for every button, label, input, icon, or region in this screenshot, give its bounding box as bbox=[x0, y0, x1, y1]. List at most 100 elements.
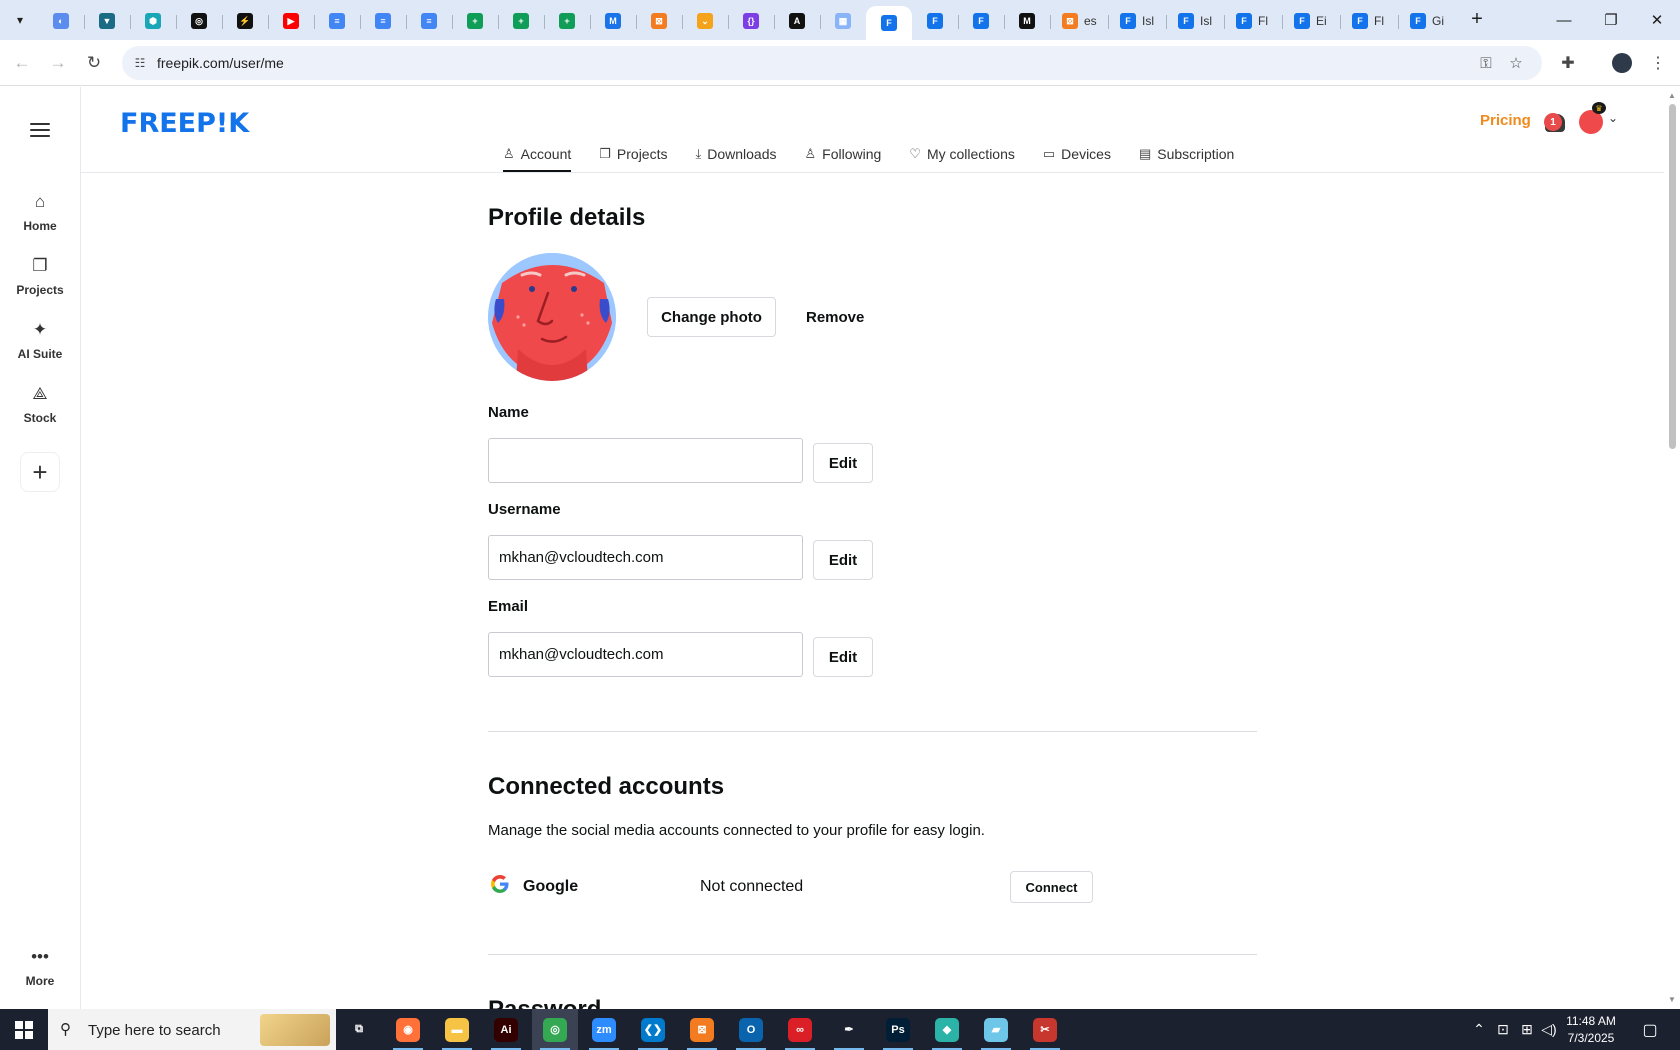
browser-tab[interactable]: F Ei bbox=[1282, 6, 1340, 36]
taskbar-app[interactable]: ⧉ bbox=[336, 1009, 382, 1050]
browser-tab[interactable]: ≡ bbox=[314, 6, 360, 36]
scroll-thumb[interactable] bbox=[1669, 104, 1676, 449]
profile-icon[interactable] bbox=[1610, 51, 1634, 75]
new-tab-button[interactable]: + bbox=[1465, 8, 1489, 32]
browser-tab[interactable]: ≡ bbox=[360, 6, 406, 36]
site-info-icon[interactable]: ☷ bbox=[130, 53, 150, 73]
browser-tab[interactable]: A bbox=[774, 6, 820, 36]
taskbar-app[interactable]: ◎ bbox=[532, 1009, 578, 1050]
browser-tab[interactable]: F Isl bbox=[1108, 6, 1166, 36]
edit-username-button[interactable]: Edit bbox=[813, 540, 873, 580]
rail-item-ai-suite[interactable]: ✦ AI Suite bbox=[0, 320, 80, 361]
edit-name-button[interactable]: Edit bbox=[813, 443, 873, 483]
close-icon[interactable]: ✕ bbox=[1634, 0, 1680, 40]
tab-downloads[interactable]: ⤓ Downloads bbox=[695, 146, 776, 172]
remove-photo-button[interactable]: Remove bbox=[806, 309, 864, 326]
extensions-puzzle-icon[interactable]: ✚ bbox=[1556, 51, 1580, 75]
taskbar-clock[interactable]: 11:48 AM 7/3/2025 bbox=[1556, 1013, 1626, 1047]
taskbar-app[interactable]: ✂ bbox=[1022, 1009, 1068, 1050]
notification-badge[interactable]: 1 bbox=[1544, 113, 1562, 131]
edit-email-button[interactable]: Edit bbox=[813, 637, 873, 677]
browser-tab[interactable]: ⬢ bbox=[130, 6, 176, 36]
tab-projects[interactable]: ❐ Projects bbox=[599, 146, 667, 172]
browser-tab[interactable]: ▶ bbox=[268, 6, 314, 36]
taskbar-app[interactable]: O bbox=[728, 1009, 774, 1050]
scroll-down-icon[interactable]: ▼ bbox=[1668, 995, 1676, 1004]
browser-tab[interactable]: ⚡ bbox=[222, 6, 268, 36]
browser-tab[interactable]: ≡ bbox=[406, 6, 452, 36]
browser-tab[interactable]: {} bbox=[728, 6, 774, 36]
browser-tab[interactable]: ⌄ bbox=[682, 6, 728, 36]
back-arrow-icon[interactable]: ← bbox=[10, 51, 34, 75]
bookmark-star-icon[interactable]: ☆ bbox=[1506, 53, 1526, 73]
tab-my-collections[interactable]: ♡ My collections bbox=[909, 146, 1015, 172]
add-plus-icon[interactable]: + bbox=[20, 452, 60, 492]
tab-account[interactable]: ♙ Account bbox=[503, 146, 572, 172]
browser-tab[interactable]: F Fl bbox=[1224, 6, 1282, 36]
taskbar-app[interactable]: ▬ bbox=[434, 1009, 480, 1050]
minimize-icon[interactable]: — bbox=[1541, 0, 1587, 40]
browser-tab[interactable]: ◎ bbox=[176, 6, 222, 36]
taskbar-search[interactable]: ⚲ Type here to search bbox=[48, 1009, 336, 1050]
hamburger-menu-icon[interactable] bbox=[28, 120, 52, 140]
page-scrollbar[interactable]: ▲ ▼ bbox=[1664, 87, 1680, 1009]
taskbar-app[interactable]: ◉ bbox=[385, 1009, 431, 1050]
browser-tab[interactable]: F bbox=[958, 6, 1004, 36]
change-photo-button[interactable]: Change photo bbox=[647, 297, 776, 337]
browser-tab[interactable]: ▼ bbox=[84, 6, 130, 36]
rail-item-stock[interactable]: ⟁ Stock bbox=[0, 384, 80, 425]
taskbar-app[interactable]: ✒ bbox=[826, 1009, 872, 1050]
rail-item-more[interactable]: ••• More bbox=[0, 947, 80, 988]
rail-item-projects[interactable]: ❐ Projects bbox=[0, 256, 80, 297]
browser-tab[interactable]: + bbox=[452, 6, 498, 36]
browser-tab[interactable]: F Fl bbox=[1340, 6, 1398, 36]
taskbar-app[interactable]: ▰ bbox=[973, 1009, 1019, 1050]
browser-tab[interactable]: ⊠ es bbox=[1050, 6, 1108, 36]
email-field[interactable] bbox=[488, 632, 803, 677]
address-bar[interactable]: ☷ freepik.com/user/me ⚿ ☆ bbox=[122, 46, 1542, 80]
name-field[interactable] bbox=[488, 438, 803, 483]
browser-tab[interactable]: ⊠ bbox=[636, 6, 682, 36]
password-key-icon[interactable]: ⚿ bbox=[1476, 53, 1496, 73]
taskbar-app[interactable]: ◆ bbox=[924, 1009, 970, 1050]
browser-tab[interactable]: ▦ bbox=[820, 6, 866, 36]
taskbar-app[interactable]: Ai bbox=[483, 1009, 529, 1050]
taskbar-app[interactable]: Ps bbox=[875, 1009, 921, 1050]
reload-icon[interactable]: ↻ bbox=[82, 51, 106, 75]
rail-item-home[interactable]: ⌂ Home bbox=[0, 192, 80, 233]
tray-network-monitor-icon[interactable]: ⊡ bbox=[1492, 1009, 1514, 1050]
browser-tab[interactable]: ◐ bbox=[38, 6, 84, 36]
taskbar-app[interactable]: ∞ bbox=[777, 1009, 823, 1050]
restore-icon[interactable]: ❐ bbox=[1588, 0, 1634, 40]
browser-tab[interactable]: F bbox=[912, 6, 958, 36]
username-field[interactable] bbox=[488, 535, 803, 580]
freepik-logo[interactable]: FREEP!K bbox=[120, 108, 249, 139]
pricing-link[interactable]: Pricing bbox=[1480, 112, 1531, 129]
chevron-down-icon[interactable]: ⌄ bbox=[1608, 111, 1618, 125]
browser-tab[interactable]: + bbox=[544, 6, 590, 36]
taskbar-app[interactable]: zm bbox=[581, 1009, 627, 1050]
browser-tab[interactable]: + bbox=[498, 6, 544, 36]
tray-network-icon[interactable]: ⊞ bbox=[1516, 1009, 1538, 1050]
tab-following[interactable]: ♙ Following bbox=[805, 146, 882, 172]
taskbar-app[interactable]: ❮❯ bbox=[630, 1009, 676, 1050]
browser-tab[interactable]: F Gi bbox=[1398, 6, 1456, 36]
tray-chevron-up-icon[interactable]: ⌃ bbox=[1468, 1009, 1490, 1050]
browser-tab[interactable]: F Isl bbox=[1166, 6, 1224, 36]
browser-tab[interactable]: M bbox=[590, 6, 636, 36]
tab-subscription[interactable]: ▤ Subscription bbox=[1139, 146, 1234, 172]
browser-tab[interactable]: M bbox=[1004, 6, 1050, 36]
browser-tab[interactable]: F bbox=[866, 6, 912, 40]
windows-start-icon[interactable] bbox=[0, 1009, 48, 1050]
taskbar-app[interactable]: ⊠ bbox=[679, 1009, 725, 1050]
connect-google-button[interactable]: Connect bbox=[1010, 871, 1093, 903]
url-text[interactable]: freepik.com/user/me bbox=[157, 55, 284, 71]
tab-search-chevron-icon[interactable]: ▾ bbox=[8, 8, 32, 32]
projects-icon: ❐ bbox=[599, 146, 611, 161]
forward-arrow-icon[interactable]: → bbox=[46, 51, 70, 75]
browser-menu-icon[interactable]: ⋮ bbox=[1646, 51, 1670, 75]
bolt-app-icon: ⚡ bbox=[237, 13, 253, 29]
tab-devices[interactable]: ▭ Devices bbox=[1043, 146, 1111, 172]
scroll-up-icon[interactable]: ▲ bbox=[1668, 91, 1676, 100]
notification-center-icon[interactable]: ▢ bbox=[1634, 1009, 1666, 1050]
